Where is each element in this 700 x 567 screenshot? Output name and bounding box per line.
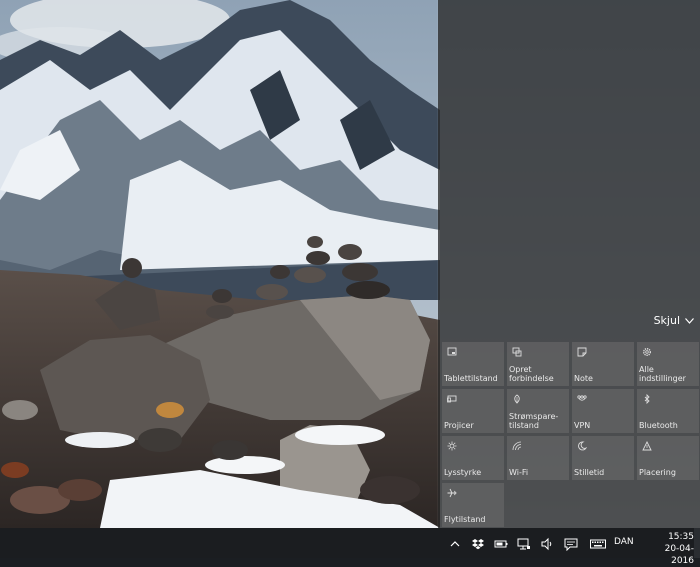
tile-project[interactable]: Projicer: [442, 389, 504, 433]
action-center-tray-button[interactable]: [564, 536, 578, 552]
tile-label: Flytilstand: [444, 515, 486, 524]
tile-battery-saver[interactable]: Strømspare-tilstand: [507, 389, 569, 433]
tile-label: Tablettilstand: [444, 374, 498, 383]
tile-note[interactable]: Note: [572, 342, 634, 386]
action-center-panel: Skjul Tablettilstand Opret forbindelse N…: [438, 0, 700, 528]
vpn-icon: [577, 395, 587, 401]
tile-label: Projicer: [444, 421, 474, 430]
tile-tablet-mode[interactable]: Tablettilstand: [442, 342, 504, 386]
collapse-label: Skjul: [653, 314, 680, 327]
tile-label: Stilletid: [574, 468, 605, 477]
tile-label: Alle indstillinger: [639, 365, 686, 383]
show-hidden-icons-button[interactable]: [448, 536, 462, 550]
tile-quiet-hours[interactable]: Stilletid: [572, 436, 634, 480]
tile-label: VPN: [574, 421, 591, 430]
input-language-indicator[interactable]: DAN: [614, 537, 634, 547]
tile-all-settings[interactable]: Alle indstillinger: [637, 342, 699, 386]
collapse-link[interactable]: Skjul: [654, 314, 694, 327]
airplane-icon: [447, 488, 457, 498]
connect-icon: [512, 347, 522, 357]
taskbar: DAN 15:35 20-04-2016: [0, 528, 700, 566]
tile-location[interactable]: Placering: [637, 436, 699, 480]
dropbox-icon: [472, 539, 484, 550]
battery-saver-icon: [514, 394, 520, 404]
wifi-icon: [512, 441, 522, 451]
project-icon: [447, 395, 457, 403]
clock[interactable]: 15:35 20-04-2016: [642, 531, 694, 567]
clock-time: 15:35: [668, 532, 694, 542]
brightness-icon: [447, 441, 457, 451]
tile-connect[interactable]: Opret forbindelse: [507, 342, 569, 386]
tile-label: Note: [574, 374, 593, 383]
network-tray-button[interactable]: [517, 536, 531, 550]
network-icon: [517, 538, 530, 550]
chevron-up-icon: [450, 541, 460, 547]
clock-date: 20-04-2016: [664, 544, 694, 566]
tile-label: Wi-Fi: [509, 468, 529, 477]
tile-label: Bluetooth: [639, 421, 678, 430]
action-center-icon: [564, 538, 578, 552]
tile-wifi[interactable]: Wi-Fi: [507, 436, 569, 480]
tablet-mode-icon: [447, 347, 457, 356]
tile-label: Strømspare-tilstand: [509, 412, 559, 430]
location-icon: [642, 441, 652, 451]
battery-icon: [494, 540, 508, 548]
note-icon: [577, 347, 587, 357]
keyboard-icon: [590, 539, 606, 549]
quick-actions-grid: Tablettilstand Opret forbindelse Note Al…: [442, 342, 699, 527]
tile-label: Lysstyrke: [444, 468, 482, 477]
battery-tray-button[interactable]: [494, 536, 508, 550]
bluetooth-icon: [644, 394, 650, 404]
settings-gear-icon: [643, 348, 651, 356]
volume-tray-button[interactable]: [540, 536, 554, 551]
volume-icon: [541, 537, 552, 551]
touch-keyboard-button[interactable]: [590, 536, 606, 550]
quiet-hours-moon-icon: [578, 441, 587, 451]
tile-airplane-mode[interactable]: Flytilstand: [442, 483, 504, 527]
tile-bluetooth[interactable]: Bluetooth: [637, 389, 699, 433]
tile-brightness[interactable]: Lysstyrke: [442, 436, 504, 480]
show-desktop-button[interactable]: [694, 528, 700, 558]
dropbox-tray-button[interactable]: [471, 536, 485, 550]
tile-vpn[interactable]: VPN: [572, 389, 634, 433]
tile-label: Opret forbindelse: [509, 365, 554, 383]
tile-label: Placering: [639, 468, 676, 477]
chevron-down-icon: [685, 317, 694, 324]
